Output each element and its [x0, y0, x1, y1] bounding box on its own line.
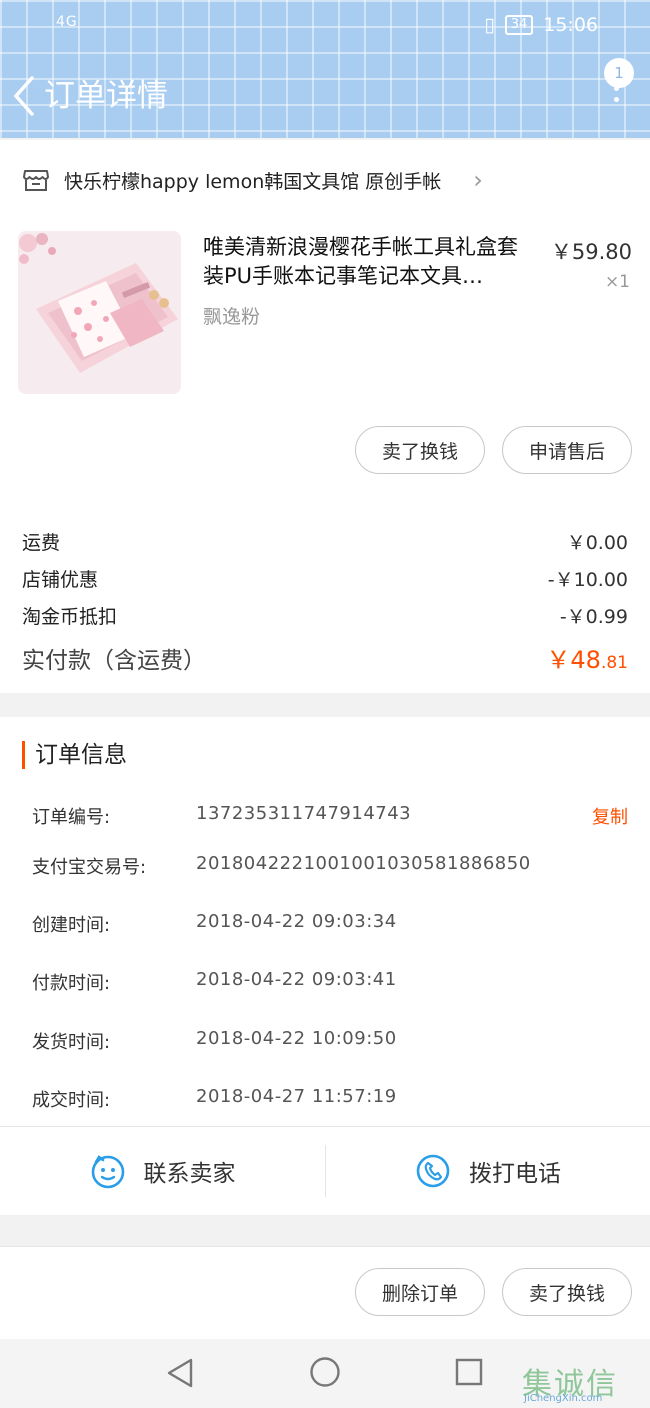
contact-bar: 联系卖家 拨打电话: [0, 1126, 650, 1215]
total-label: 实付款（含运费）: [22, 648, 206, 674]
fee-value: ￥0.00: [566, 532, 628, 554]
status-bar: 4G ▯ 34 15:06: [0, 14, 650, 40]
clock: 15:06: [543, 14, 598, 36]
sell-for-cash-button[interactable]: 卖了换钱: [355, 426, 485, 474]
call-phone-button[interactable]: 拨打电话: [326, 1127, 650, 1215]
nav-recents-icon[interactable]: [454, 1357, 484, 1387]
info-value: 137235311747914743: [196, 803, 412, 824]
fee-label: 淘金币抵扣: [22, 606, 118, 628]
info-label: 成交时间:: [32, 1090, 111, 1111]
fee-label: 运费: [22, 532, 61, 554]
nav-home-icon[interactable]: [309, 1356, 341, 1388]
info-value: 2018-04-22 09:03:41: [196, 969, 397, 990]
info-value: 2018-04-22 09:03:34: [196, 911, 397, 932]
more-menu-icon[interactable]: [612, 86, 620, 116]
fee-row-coin-deduction: 淘金币抵扣 -￥0.99: [22, 602, 628, 629]
watermark-logo: 集诚信 JiChengXin.com: [522, 1367, 618, 1404]
signal-indicator: 4G: [56, 14, 78, 30]
info-label: 创建时间:: [32, 915, 111, 936]
back-arrow-icon[interactable]: [10, 74, 40, 118]
product-image[interactable]: [18, 231, 181, 394]
product-price: ￥59.80: [550, 240, 632, 264]
contact-seller-button[interactable]: 联系卖家: [0, 1127, 325, 1215]
info-label: 支付宝交易号:: [32, 857, 147, 878]
order-info-title: 订单信息: [22, 741, 127, 769]
after-sale-button[interactable]: 申请售后: [502, 426, 632, 474]
nav-back-icon[interactable]: [165, 1357, 195, 1389]
fee-value: -￥10.00: [547, 569, 628, 591]
copy-button[interactable]: 复制: [592, 803, 628, 829]
info-label: 发货时间:: [32, 1032, 111, 1053]
system-nav-bar: 集诚信 JiChengXin.com: [0, 1339, 650, 1408]
fee-label: 店铺优惠: [22, 569, 99, 591]
call-phone-label: 拨打电话: [469, 1161, 561, 1187]
total-amount: ￥48.81: [546, 646, 628, 674]
product-sku: 飘逸粉: [203, 306, 261, 328]
info-value: 2018-04-27 11:57:19: [196, 1086, 397, 1107]
chevron-right-icon: ›: [473, 166, 483, 194]
contact-seller-label: 联系卖家: [143, 1161, 236, 1187]
fee-row-shipping: 运费 ￥0.00: [22, 528, 628, 555]
delete-order-button[interactable]: 删除订单: [355, 1268, 485, 1316]
chat-face-icon: [91, 1155, 124, 1189]
product-title[interactable]: 唯美清新浪漫樱花手帐工具礼盒套装PU手账本记事笔记本文具…: [203, 233, 538, 291]
header-bar: 4G ▯ 34 15:06 订单详情 1: [0, 0, 650, 138]
vibrate-icon: ▯: [484, 14, 495, 36]
page-title: 订单详情: [44, 78, 168, 114]
info-label: 订单编号:: [32, 807, 111, 828]
fee-value: -￥0.99: [559, 606, 628, 628]
battery-indicator: 34: [504, 15, 534, 35]
sell-for-cash-bottom-button[interactable]: 卖了换钱: [502, 1268, 632, 1316]
info-value: 2018042221001001030581886850: [196, 853, 531, 874]
store-icon: [23, 170, 49, 191]
store-name: 快乐柠檬happy lemon韩国文具馆 原创手帐: [64, 170, 442, 193]
product-quantity: ×1: [604, 272, 630, 292]
notification-badge[interactable]: 1: [604, 58, 634, 88]
info-label: 付款时间:: [32, 973, 111, 994]
phone-icon: [416, 1154, 450, 1188]
store-link[interactable]: 快乐柠檬happy lemon韩国文具馆 原创手帐 ›: [22, 166, 483, 194]
fee-row-store-discount: 店铺优惠 -￥10.00: [22, 565, 628, 592]
total-paid-row: 实付款（含运费） ￥48.81: [22, 640, 628, 675]
info-value: 2018-04-22 10:09:50: [196, 1028, 397, 1049]
